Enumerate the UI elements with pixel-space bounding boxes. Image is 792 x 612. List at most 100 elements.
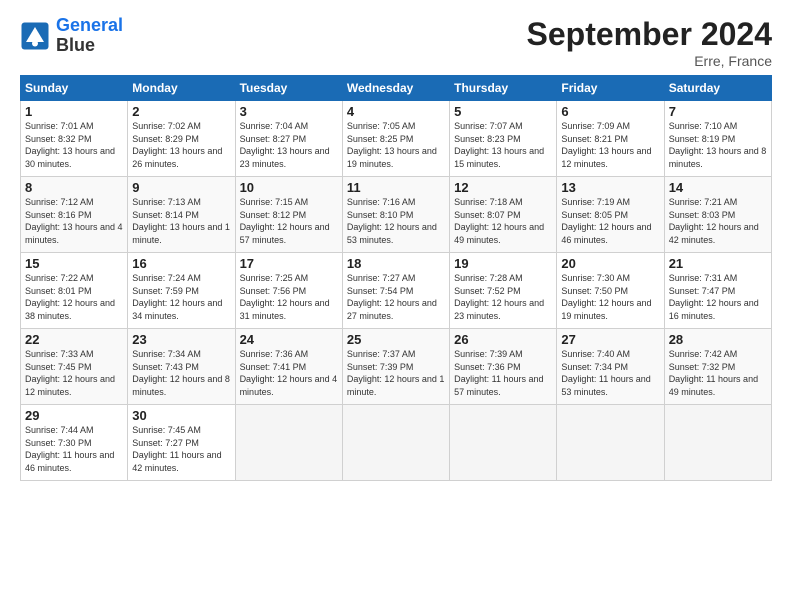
day-cell: 9Sunrise: 7:13 AMSunset: 8:14 PMDaylight… (128, 177, 235, 253)
week-row-5: 29Sunrise: 7:44 AMSunset: 7:30 PMDayligh… (21, 405, 772, 481)
day-number: 10 (240, 180, 338, 195)
day-cell: 27Sunrise: 7:40 AMSunset: 7:34 PMDayligh… (557, 329, 664, 405)
day-info: Sunrise: 7:04 AMSunset: 8:27 PMDaylight:… (240, 120, 338, 170)
day-cell: 8Sunrise: 7:12 AMSunset: 8:16 PMDaylight… (21, 177, 128, 253)
day-number: 28 (669, 332, 767, 347)
day-number: 30 (132, 408, 230, 423)
day-cell: 19Sunrise: 7:28 AMSunset: 7:52 PMDayligh… (450, 253, 557, 329)
day-info: Sunrise: 7:40 AMSunset: 7:34 PMDaylight:… (561, 348, 659, 398)
day-number: 20 (561, 256, 659, 271)
day-cell: 24Sunrise: 7:36 AMSunset: 7:41 PMDayligh… (235, 329, 342, 405)
day-number: 16 (132, 256, 230, 271)
location: Erre, France (527, 53, 772, 69)
day-cell: 12Sunrise: 7:18 AMSunset: 8:07 PMDayligh… (450, 177, 557, 253)
day-number: 4 (347, 104, 445, 119)
day-cell: 6Sunrise: 7:09 AMSunset: 8:21 PMDaylight… (557, 101, 664, 177)
day-info: Sunrise: 7:19 AMSunset: 8:05 PMDaylight:… (561, 196, 659, 246)
day-cell: 11Sunrise: 7:16 AMSunset: 8:10 PMDayligh… (342, 177, 449, 253)
day-number: 6 (561, 104, 659, 119)
day-number: 15 (25, 256, 123, 271)
logo-icon (20, 21, 50, 51)
day-info: Sunrise: 7:16 AMSunset: 8:10 PMDaylight:… (347, 196, 445, 246)
day-cell (557, 405, 664, 481)
day-number: 18 (347, 256, 445, 271)
day-info: Sunrise: 7:22 AMSunset: 8:01 PMDaylight:… (25, 272, 123, 322)
day-cell: 20Sunrise: 7:30 AMSunset: 7:50 PMDayligh… (557, 253, 664, 329)
logo: General Blue (20, 16, 123, 56)
day-cell (450, 405, 557, 481)
day-number: 23 (132, 332, 230, 347)
day-info: Sunrise: 7:05 AMSunset: 8:25 PMDaylight:… (347, 120, 445, 170)
day-number: 19 (454, 256, 552, 271)
day-number: 25 (347, 332, 445, 347)
day-info: Sunrise: 7:36 AMSunset: 7:41 PMDaylight:… (240, 348, 338, 398)
logo-general: General (56, 15, 123, 35)
day-cell: 4Sunrise: 7:05 AMSunset: 8:25 PMDaylight… (342, 101, 449, 177)
day-info: Sunrise: 7:09 AMSunset: 8:21 PMDaylight:… (561, 120, 659, 170)
day-info: Sunrise: 7:30 AMSunset: 7:50 PMDaylight:… (561, 272, 659, 322)
day-number: 13 (561, 180, 659, 195)
day-info: Sunrise: 7:28 AMSunset: 7:52 PMDaylight:… (454, 272, 552, 322)
day-info: Sunrise: 7:44 AMSunset: 7:30 PMDaylight:… (25, 424, 123, 474)
day-cell: 15Sunrise: 7:22 AMSunset: 8:01 PMDayligh… (21, 253, 128, 329)
day-number: 14 (669, 180, 767, 195)
day-number: 29 (25, 408, 123, 423)
day-cell: 25Sunrise: 7:37 AMSunset: 7:39 PMDayligh… (342, 329, 449, 405)
col-header-saturday: Saturday (664, 76, 771, 101)
day-cell: 22Sunrise: 7:33 AMSunset: 7:45 PMDayligh… (21, 329, 128, 405)
title-block: September 2024 Erre, France (527, 16, 772, 69)
day-info: Sunrise: 7:31 AMSunset: 7:47 PMDaylight:… (669, 272, 767, 322)
day-cell: 29Sunrise: 7:44 AMSunset: 7:30 PMDayligh… (21, 405, 128, 481)
day-info: Sunrise: 7:42 AMSunset: 7:32 PMDaylight:… (669, 348, 767, 398)
day-info: Sunrise: 7:18 AMSunset: 8:07 PMDaylight:… (454, 196, 552, 246)
day-cell: 10Sunrise: 7:15 AMSunset: 8:12 PMDayligh… (235, 177, 342, 253)
day-info: Sunrise: 7:33 AMSunset: 7:45 PMDaylight:… (25, 348, 123, 398)
day-cell (342, 405, 449, 481)
calendar-header-row: SundayMondayTuesdayWednesdayThursdayFrid… (21, 76, 772, 101)
day-number: 26 (454, 332, 552, 347)
day-info: Sunrise: 7:27 AMSunset: 7:54 PMDaylight:… (347, 272, 445, 322)
day-cell: 30Sunrise: 7:45 AMSunset: 7:27 PMDayligh… (128, 405, 235, 481)
day-cell: 21Sunrise: 7:31 AMSunset: 7:47 PMDayligh… (664, 253, 771, 329)
day-info: Sunrise: 7:39 AMSunset: 7:36 PMDaylight:… (454, 348, 552, 398)
day-info: Sunrise: 7:15 AMSunset: 8:12 PMDaylight:… (240, 196, 338, 246)
day-cell: 18Sunrise: 7:27 AMSunset: 7:54 PMDayligh… (342, 253, 449, 329)
day-number: 8 (25, 180, 123, 195)
calendar-body: 1Sunrise: 7:01 AMSunset: 8:32 PMDaylight… (21, 101, 772, 481)
col-header-wednesday: Wednesday (342, 76, 449, 101)
day-info: Sunrise: 7:21 AMSunset: 8:03 PMDaylight:… (669, 196, 767, 246)
day-number: 11 (347, 180, 445, 195)
day-cell: 14Sunrise: 7:21 AMSunset: 8:03 PMDayligh… (664, 177, 771, 253)
day-number: 3 (240, 104, 338, 119)
day-cell: 1Sunrise: 7:01 AMSunset: 8:32 PMDaylight… (21, 101, 128, 177)
day-cell: 2Sunrise: 7:02 AMSunset: 8:29 PMDaylight… (128, 101, 235, 177)
week-row-1: 1Sunrise: 7:01 AMSunset: 8:32 PMDaylight… (21, 101, 772, 177)
day-info: Sunrise: 7:45 AMSunset: 7:27 PMDaylight:… (132, 424, 230, 474)
day-info: Sunrise: 7:02 AMSunset: 8:29 PMDaylight:… (132, 120, 230, 170)
day-info: Sunrise: 7:24 AMSunset: 7:59 PMDaylight:… (132, 272, 230, 322)
logo-blue: Blue (56, 36, 123, 56)
week-row-2: 8Sunrise: 7:12 AMSunset: 8:16 PMDaylight… (21, 177, 772, 253)
col-header-sunday: Sunday (21, 76, 128, 101)
week-row-4: 22Sunrise: 7:33 AMSunset: 7:45 PMDayligh… (21, 329, 772, 405)
day-info: Sunrise: 7:01 AMSunset: 8:32 PMDaylight:… (25, 120, 123, 170)
day-info: Sunrise: 7:25 AMSunset: 7:56 PMDaylight:… (240, 272, 338, 322)
day-info: Sunrise: 7:10 AMSunset: 8:19 PMDaylight:… (669, 120, 767, 170)
day-cell: 23Sunrise: 7:34 AMSunset: 7:43 PMDayligh… (128, 329, 235, 405)
day-cell (235, 405, 342, 481)
day-number: 27 (561, 332, 659, 347)
day-info: Sunrise: 7:34 AMSunset: 7:43 PMDaylight:… (132, 348, 230, 398)
day-cell: 5Sunrise: 7:07 AMSunset: 8:23 PMDaylight… (450, 101, 557, 177)
day-cell: 17Sunrise: 7:25 AMSunset: 7:56 PMDayligh… (235, 253, 342, 329)
day-number: 1 (25, 104, 123, 119)
day-info: Sunrise: 7:37 AMSunset: 7:39 PMDaylight:… (347, 348, 445, 398)
day-number: 2 (132, 104, 230, 119)
day-cell (664, 405, 771, 481)
day-number: 21 (669, 256, 767, 271)
day-cell: 28Sunrise: 7:42 AMSunset: 7:32 PMDayligh… (664, 329, 771, 405)
day-number: 22 (25, 332, 123, 347)
week-row-3: 15Sunrise: 7:22 AMSunset: 8:01 PMDayligh… (21, 253, 772, 329)
day-number: 5 (454, 104, 552, 119)
day-cell: 7Sunrise: 7:10 AMSunset: 8:19 PMDaylight… (664, 101, 771, 177)
day-cell: 26Sunrise: 7:39 AMSunset: 7:36 PMDayligh… (450, 329, 557, 405)
